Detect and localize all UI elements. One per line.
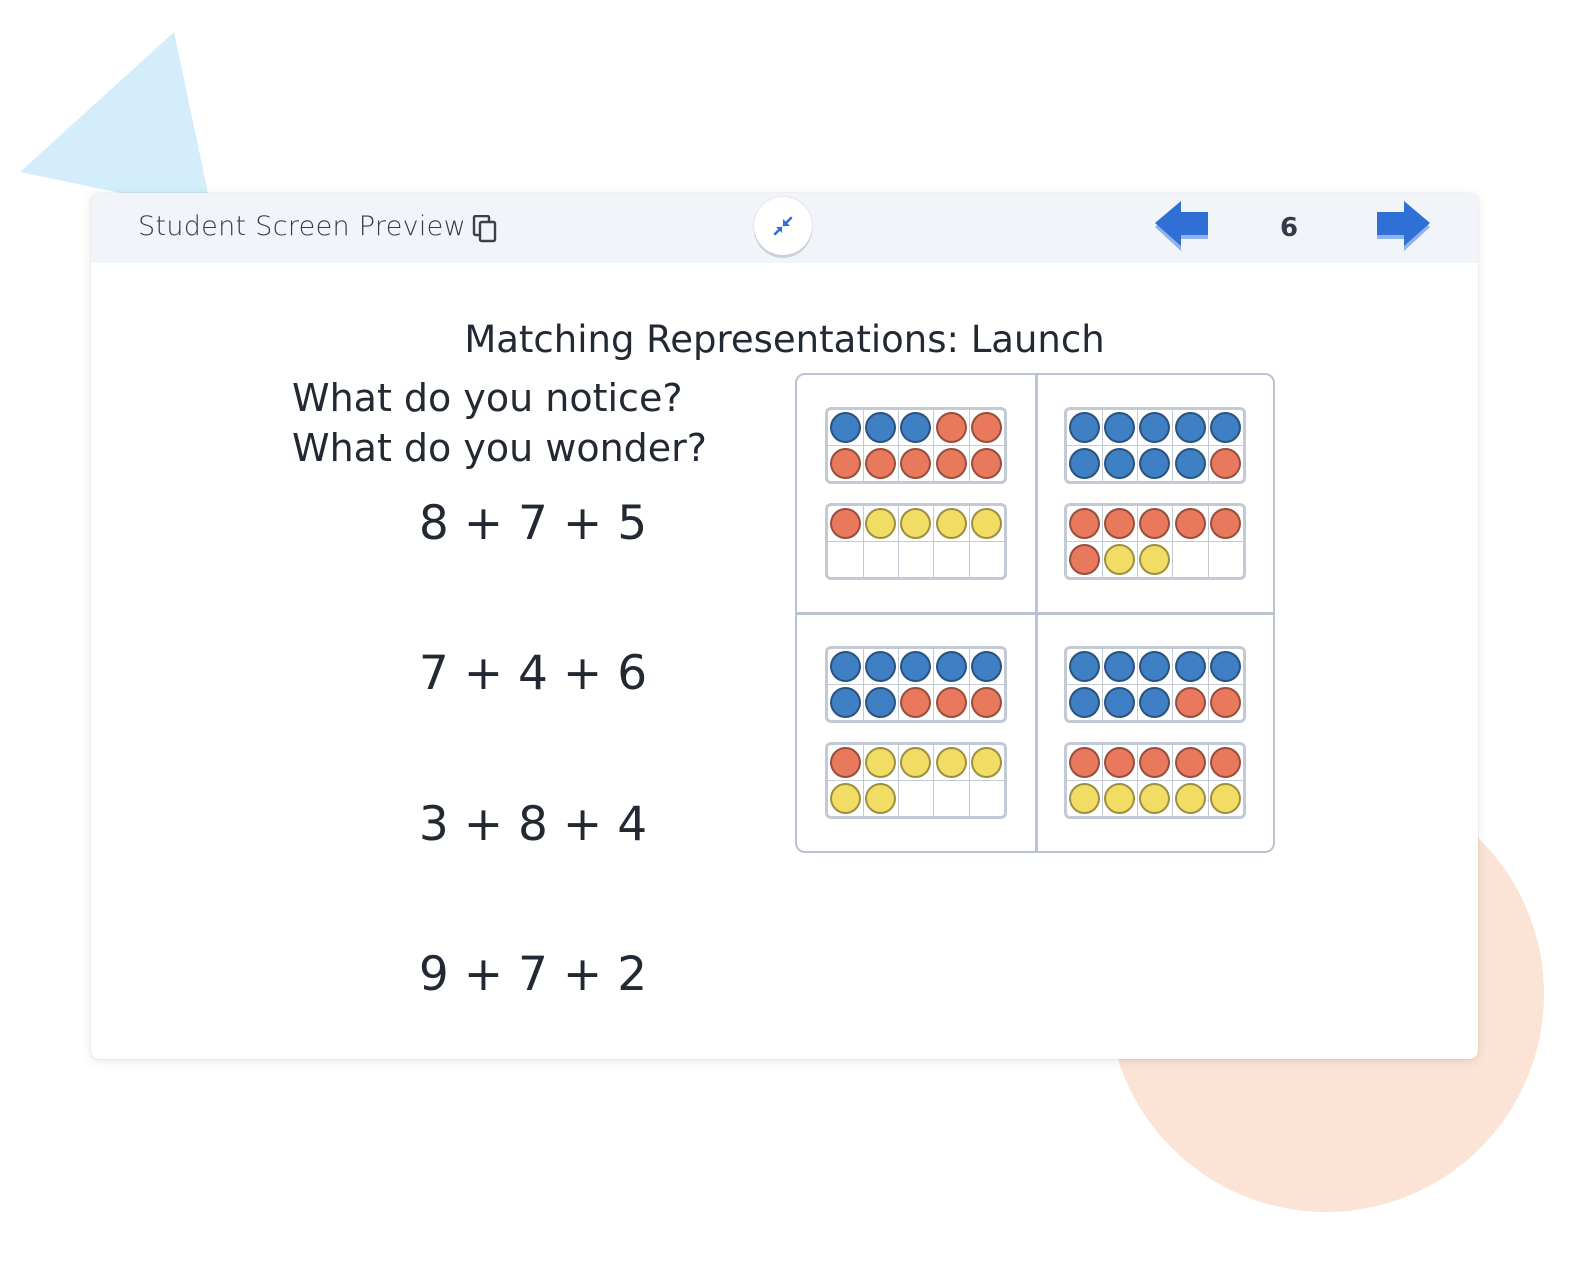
yellow-counter xyxy=(1069,782,1100,814)
preview-card: Student Screen Preview 6 Matching Repres… xyxy=(91,193,1478,1059)
ten-frame-cell xyxy=(863,541,900,577)
orange-counter xyxy=(1104,747,1136,778)
blue-counter xyxy=(1104,447,1136,479)
expression-3: 3 + 8 + 4 xyxy=(418,797,648,852)
blue-counter xyxy=(830,412,861,443)
orange-counter xyxy=(970,686,1002,718)
ten-frames-grid xyxy=(795,373,1275,853)
blue-counter xyxy=(1209,651,1241,682)
orange-counter xyxy=(970,412,1002,443)
blue-counter xyxy=(1139,447,1171,479)
orange-counter xyxy=(1209,747,1241,778)
blue-counter xyxy=(970,651,1002,682)
ten-frame-cell xyxy=(898,541,935,577)
blue-counter xyxy=(1069,447,1100,479)
ten-frame-cell xyxy=(934,541,970,577)
blue-counter xyxy=(1174,447,1206,479)
blue-counter xyxy=(865,412,897,443)
orange-counter xyxy=(830,747,861,778)
yellow-counter xyxy=(970,508,1002,539)
blue-counter xyxy=(1139,686,1171,718)
yellow-counter xyxy=(1174,782,1206,814)
yellow-counter xyxy=(1209,782,1241,814)
orange-counter xyxy=(970,447,1002,479)
prompt-notice: What do you notice? xyxy=(292,376,683,420)
slide-title: Matching Representations: Launch xyxy=(464,318,1105,361)
ten-frame xyxy=(825,646,1007,723)
ten-frame-cell xyxy=(934,780,970,816)
ten-frame xyxy=(825,742,1007,819)
orange-counter xyxy=(1174,508,1206,539)
yellow-counter xyxy=(865,782,897,814)
blue-counter xyxy=(1104,686,1136,718)
orange-counter xyxy=(900,686,932,718)
ten-frame xyxy=(1064,503,1246,580)
orange-counter xyxy=(1209,686,1241,718)
blue-counter xyxy=(1209,412,1241,443)
blue-counter xyxy=(865,686,897,718)
expression-1: 8 + 7 + 5 xyxy=(418,496,648,551)
yellow-counter xyxy=(970,747,1002,778)
yellow-counter xyxy=(1139,782,1171,814)
yellow-counter xyxy=(865,508,897,539)
orange-counter xyxy=(865,447,897,479)
ten-frame-cell xyxy=(1173,541,1209,577)
orange-counter xyxy=(935,447,967,479)
ten-frame xyxy=(1064,742,1246,819)
yellow-counter xyxy=(1104,543,1136,575)
ten-frame-cell xyxy=(1208,542,1243,578)
yellow-counter xyxy=(1139,543,1171,575)
ten-frame-cell xyxy=(898,780,935,816)
blue-counter xyxy=(1069,651,1100,682)
yellow-counter xyxy=(1104,782,1136,814)
collapse-button[interactable] xyxy=(754,197,812,255)
arrow-right-icon[interactable] xyxy=(1372,201,1432,253)
preview-title: Student Screen Preview xyxy=(138,211,466,242)
collapse-arrows-icon xyxy=(773,216,793,236)
preview-header: Student Screen Preview 6 xyxy=(91,193,1478,263)
ten-frame-cell xyxy=(969,781,1004,817)
blue-counter xyxy=(1174,651,1206,682)
yellow-counter xyxy=(935,747,967,778)
blue-counter xyxy=(935,651,967,682)
blue-counter xyxy=(865,651,897,682)
ten-frame xyxy=(1064,646,1246,723)
grid-horizontal-divider xyxy=(797,612,1273,615)
blue-counter xyxy=(1069,412,1100,443)
copy-icon[interactable] xyxy=(472,215,498,243)
ten-frame-cell xyxy=(828,541,864,577)
orange-counter xyxy=(830,447,861,479)
expression-4: 9 + 7 + 2 xyxy=(418,947,648,1002)
orange-counter xyxy=(1209,508,1241,539)
prompt-wonder: What do you wonder? xyxy=(292,426,707,470)
yellow-counter xyxy=(935,508,967,539)
orange-counter xyxy=(1104,508,1136,539)
ten-frame xyxy=(825,407,1007,484)
blue-counter xyxy=(830,686,861,718)
page-number: 6 xyxy=(1279,213,1299,243)
ten-frame xyxy=(825,503,1007,580)
blue-counter xyxy=(1104,412,1136,443)
ten-frame xyxy=(1064,407,1246,484)
orange-counter xyxy=(1069,747,1100,778)
arrow-left-icon[interactable] xyxy=(1153,201,1213,253)
orange-counter xyxy=(1174,747,1206,778)
expression-2: 7 + 4 + 6 xyxy=(418,646,648,701)
ten-frame-cell xyxy=(969,542,1004,578)
decorative-triangle xyxy=(20,32,212,212)
blue-counter xyxy=(1069,686,1100,718)
orange-counter xyxy=(1209,447,1241,479)
yellow-counter xyxy=(830,782,861,814)
yellow-counter xyxy=(865,747,897,778)
orange-counter xyxy=(1069,508,1100,539)
orange-counter xyxy=(1069,543,1100,575)
blue-counter xyxy=(830,651,861,682)
blue-counter xyxy=(1174,412,1206,443)
orange-counter xyxy=(830,508,861,539)
orange-counter xyxy=(1174,686,1206,718)
blue-counter xyxy=(1104,651,1136,682)
orange-counter xyxy=(935,412,967,443)
orange-counter xyxy=(935,686,967,718)
orange-counter xyxy=(900,447,932,479)
